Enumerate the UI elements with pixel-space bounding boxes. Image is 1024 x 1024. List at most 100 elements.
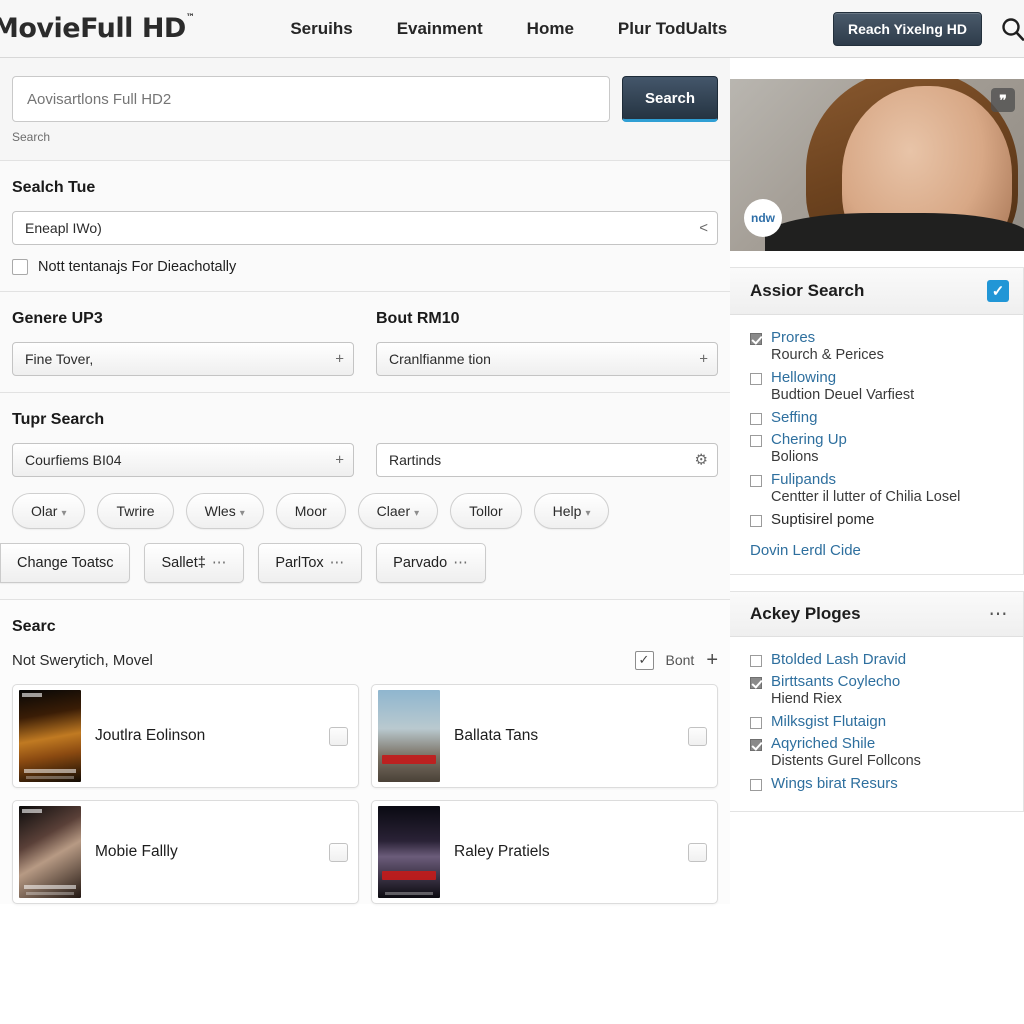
result-card[interactable]: Mobie Fallly xyxy=(12,800,359,904)
result-card-checkbox[interactable] xyxy=(329,842,348,862)
ackey-item-checkbox[interactable] xyxy=(750,739,762,751)
movie-poster-thumbnail xyxy=(19,806,81,898)
person-running-icon[interactable]: ❞ xyxy=(991,88,1015,112)
assior-item-link[interactable]: Hellowing xyxy=(771,369,836,386)
assior-item-link[interactable]: Chering Up xyxy=(771,431,847,448)
assior-search-toggle-checkbox[interactable]: ✓ xyxy=(987,280,1009,302)
logo-trademark: ™ xyxy=(185,13,195,23)
pill-olar[interactable]: Olar ▾ xyxy=(12,493,86,529)
header-actions: Reach Yixelng HD xyxy=(832,0,1024,58)
result-card[interactable]: Joutlra Eolinson xyxy=(12,684,359,788)
sallet-button[interactable]: Sallet‡ ⋯ xyxy=(144,543,245,583)
movie-poster-thumbnail xyxy=(378,806,440,898)
assior-item-checkbox[interactable] xyxy=(750,435,762,447)
search-type-panel: Sealch Tue Eneapl IWo) < Nott tentanajs … xyxy=(0,161,730,292)
list-item: Aqyriched Shile Distents Gurel Follcons xyxy=(750,735,1013,769)
ackey-item-checkbox[interactable] xyxy=(750,717,762,729)
pill-help[interactable]: Help ▾ xyxy=(533,493,610,529)
result-card-checkbox[interactable] xyxy=(688,726,707,746)
ellipsis-icon: ⋯ xyxy=(329,555,346,571)
genre-right-title: Bout RM10 xyxy=(376,310,460,327)
ackey-item-checkbox[interactable] xyxy=(750,655,762,667)
search-type-select[interactable]: Eneapl IWo) < xyxy=(12,211,718,245)
ellipsis-icon: ⋯ xyxy=(453,555,469,571)
genre-column-right: Bout RM10 Cranlfianme tion + xyxy=(376,310,718,376)
nav-item-evainment[interactable]: Evainment xyxy=(397,19,483,39)
tupr-rect-row: Change Toatsc Sallet‡ ⋯ ParlTox ⋯ Parvado ⋯ xyxy=(0,543,718,583)
nav-item-plur-todualts[interactable]: Plur TodUalts xyxy=(618,19,727,39)
promo-image[interactable]: ndw ❞ xyxy=(730,79,1024,251)
main-content: Search Search Sealch Tue Eneapl IWo) < N… xyxy=(0,58,730,904)
parvado-button[interactable]: Parvado ⋯ xyxy=(376,543,486,583)
add-item-icon[interactable]: + xyxy=(706,650,718,670)
list-item: Suptisirel pome xyxy=(750,511,1013,528)
results-title: Searc xyxy=(12,618,56,635)
assior-item-checkbox[interactable] xyxy=(750,413,762,425)
pill-twrire[interactable]: Twrire xyxy=(97,493,174,529)
assior-item-link[interactable]: Seffing xyxy=(771,409,817,426)
assior-item-subtitle: Rourch & Perices xyxy=(771,347,884,363)
chevron-left-icon: < xyxy=(699,219,708,237)
assior-item-link[interactable]: Fulipands xyxy=(771,471,836,488)
tupr-right-select[interactable]: Rartinds ⚙ xyxy=(376,443,718,477)
result-card-checkbox[interactable] xyxy=(329,726,348,746)
dieachotally-checkbox[interactable] xyxy=(12,259,28,275)
genre-left-select[interactable]: Fine Tover, + xyxy=(12,342,354,376)
parltox-button[interactable]: ParlTox ⋯ xyxy=(258,543,363,583)
main-navigation: Seruihs Evainment Home Plur TodUalts xyxy=(290,19,727,39)
ackey-item-checkbox[interactable] xyxy=(750,677,762,689)
promo-avatar-badge[interactable]: ndw xyxy=(744,199,782,237)
result-card[interactable]: Ballata Tans xyxy=(371,684,718,788)
plus-icon: + xyxy=(335,350,344,368)
ackey-item-link[interactable]: Btolded Lash Dravid xyxy=(771,651,906,668)
ackey-ploges-header: Ackey Ploges ⋯ xyxy=(730,592,1023,637)
assior-item-link[interactable]: Prores xyxy=(771,329,815,346)
gear-icon[interactable]: ⚙ xyxy=(695,453,708,468)
search-sub-label: Search xyxy=(12,130,51,144)
genre-left-value: Fine Tover, xyxy=(25,351,94,367)
tupr-left-value: Courfiems BI04 xyxy=(25,452,122,468)
genre-right-select[interactable]: Cranlfianme tion + xyxy=(376,342,718,376)
select-all-checkbox[interactable]: ✓ xyxy=(634,650,654,670)
assior-item-checkbox[interactable] xyxy=(750,475,762,487)
result-card-title: Raley Pratiels xyxy=(454,843,550,860)
chevron-down-icon: ▾ xyxy=(585,508,591,519)
site-logo[interactable]: MovieFull HD™ xyxy=(0,13,195,44)
pill-moor[interactable]: Moor xyxy=(275,493,346,529)
assior-item-checkbox[interactable] xyxy=(750,333,762,345)
result-card-checkbox[interactable] xyxy=(688,842,707,862)
ackey-item-checkbox[interactable] xyxy=(750,779,762,791)
list-item: Prores Rourch & Perices xyxy=(750,329,1013,363)
assior-item-subtitle: Budtion Deuel Varfiest xyxy=(771,387,915,403)
ackey-item-link[interactable]: Aqyriched Shile xyxy=(771,735,875,752)
search-icon[interactable] xyxy=(998,14,1024,44)
result-card[interactable]: Raley Pratiels xyxy=(371,800,718,904)
assior-item-checkbox[interactable] xyxy=(750,373,762,385)
pill-wles[interactable]: Wles ▾ xyxy=(185,493,264,529)
results-tools: ✓ Bont + xyxy=(634,650,718,670)
nav-item-seruihs[interactable]: Seruihs xyxy=(290,19,352,39)
site-header: MovieFull HD™ Seruihs Evainment Home Plu… xyxy=(0,0,1024,58)
genre-column-left: Genere UP3 Fine Tover, + xyxy=(12,310,354,376)
change-toatsc-button[interactable]: Change Toatsc xyxy=(0,543,131,583)
assior-item-checkbox[interactable] xyxy=(750,515,762,527)
ackey-item-link[interactable]: Birttsants Coylecho xyxy=(771,673,900,690)
nav-item-home[interactable]: Home xyxy=(527,19,574,39)
assior-footer-link[interactable]: Dovin Lerdl Cide xyxy=(750,542,861,559)
assior-item-subtitle: Bolions xyxy=(771,449,819,465)
movie-poster-thumbnail xyxy=(19,690,81,782)
ackey-item-link[interactable]: Wings birat Resurs xyxy=(771,775,898,792)
pill-tollor[interactable]: Tollor xyxy=(450,493,522,529)
tupr-left-select[interactable]: Courfiems BI04 + xyxy=(12,443,354,477)
results-header: Not Swerytich, Movel ✓ Bont + xyxy=(12,650,718,670)
chevron-down-icon: ▾ xyxy=(239,508,245,519)
pill-claer[interactable]: Claer ▾ xyxy=(357,493,439,529)
rect-button-label: Change Toatsc xyxy=(17,555,114,571)
list-item: Chering Up Bolions xyxy=(750,431,1013,465)
reach-yixelng-hd-button[interactable]: Reach Yixelng HD xyxy=(832,12,982,46)
search-submit-button[interactable]: Search xyxy=(622,76,718,122)
search-input[interactable] xyxy=(12,76,610,122)
kebab-menu-icon[interactable]: ⋯ xyxy=(989,605,1010,624)
search-panel: Search Search xyxy=(0,58,730,161)
ackey-item-link[interactable]: Milksgist Flutaign xyxy=(771,713,886,730)
